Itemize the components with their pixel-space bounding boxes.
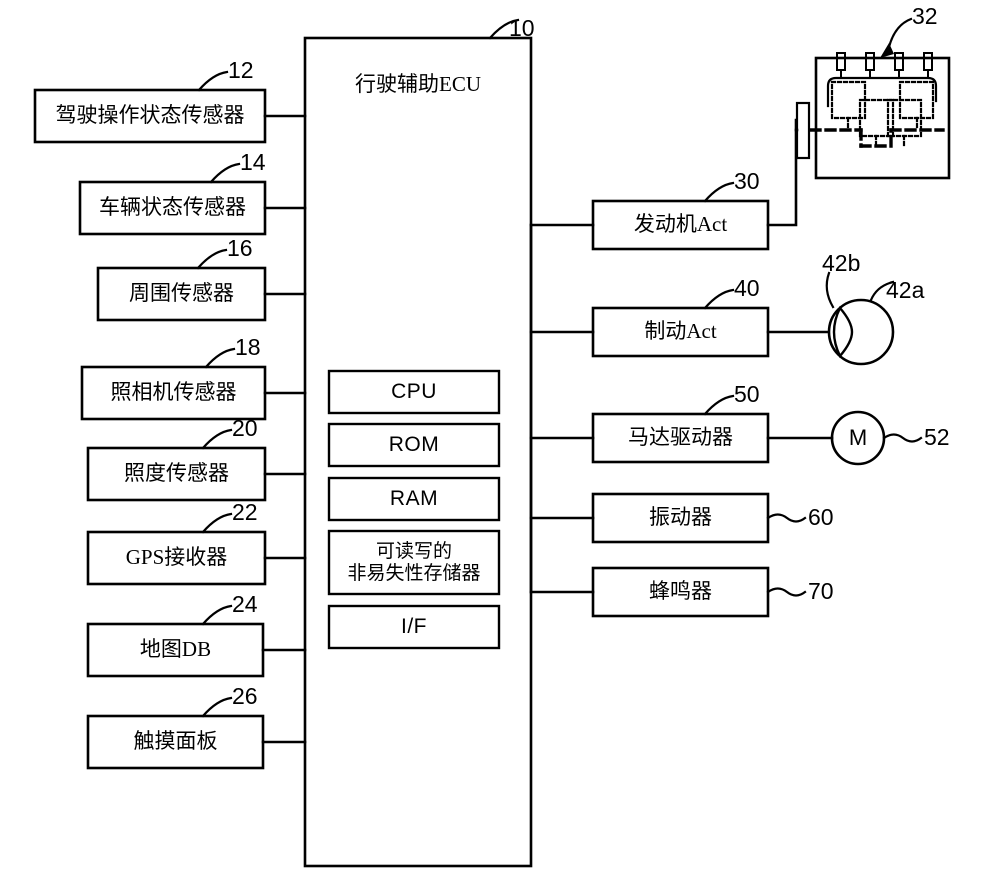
ecu-module-if-box [327,604,501,650]
input-box-24 [86,622,265,678]
leader-26 [201,696,233,718]
ecu-module-cpu-box [327,369,501,415]
reference-leaders-left [196,70,241,718]
figure-canvas: 行驶辅助ECU 10 CPU ROM RAM 可读写的 非易失性存储器 I/F … [0,0,1000,877]
input-box-16 [96,266,267,322]
brake-caliper-shape [832,305,854,359]
leader-70 [766,587,807,597]
ecu-module-nvram-box [327,529,501,596]
ecu-module-ram-box [327,476,501,522]
leader-20 [201,428,233,450]
leader-18 [204,347,236,369]
leader-40 [703,288,735,310]
leader-24 [201,604,233,626]
leader-14 [209,162,241,184]
output-box-60 [591,492,770,544]
leader-10 [488,18,520,40]
engine-mount-bar [795,101,811,160]
input-box-26 [86,714,265,770]
input-box-12 [33,88,267,144]
diagram-vector-layer [33,17,951,868]
leader-12 [197,70,229,92]
leader-22 [201,512,233,534]
connector-30-to-engine [766,118,798,227]
output-box-70 [591,566,770,618]
motor-circle [830,410,886,466]
input-box-20 [86,446,267,502]
leader-32-arrowhead [880,43,894,58]
leader-60 [766,513,807,523]
leader-32-curve [887,17,913,49]
input-box-14 [78,180,267,236]
leader-52 [882,433,923,443]
engine-cylinders-dotted [830,80,935,148]
ecu-box [303,36,533,868]
output-box-50 [591,412,770,464]
leader-42a [869,280,895,302]
input-box-22 [86,530,267,586]
leader-50 [703,394,735,416]
leader-30 [703,181,735,203]
output-box-40 [591,306,770,358]
leader-42b [825,271,835,309]
leader-16 [196,248,228,270]
input-box-18 [80,365,267,421]
ecu-module-rom-box [327,422,501,468]
output-box-30 [591,199,770,251]
